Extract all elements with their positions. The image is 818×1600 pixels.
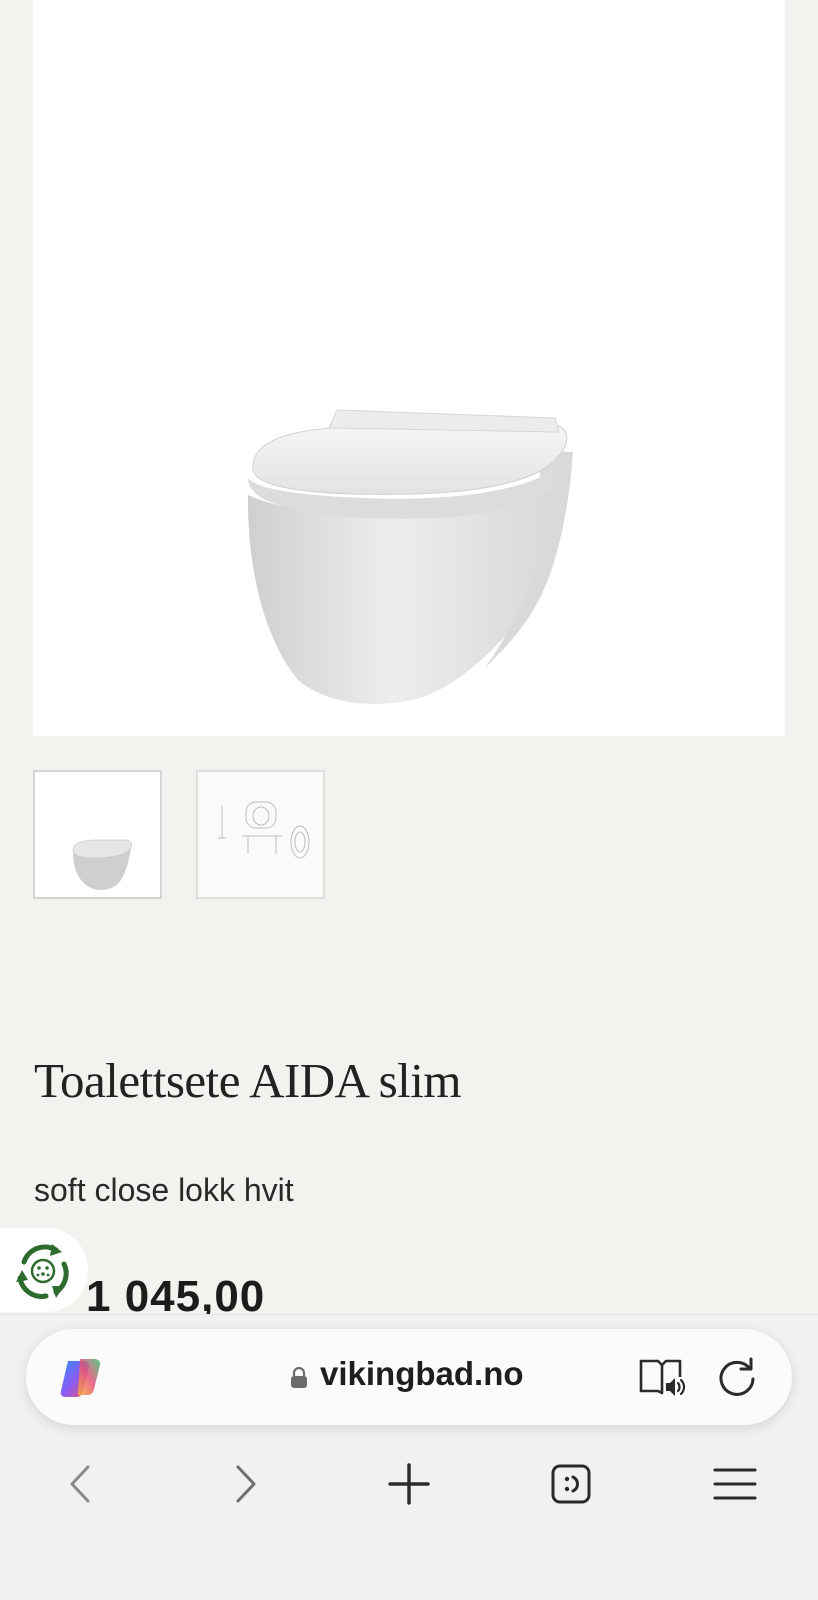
- copilot-icon[interactable]: [58, 1355, 104, 1401]
- product-subtitle: soft close lokk hvit: [34, 1172, 294, 1208]
- eco-badge[interactable]: [0, 1228, 88, 1312]
- recycle-icon: [16, 1244, 69, 1299]
- menu-icon[interactable]: [712, 1461, 758, 1507]
- lock-icon: [291, 1367, 307, 1388]
- forward-icon[interactable]: [222, 1461, 268, 1507]
- toilet-illustration: [247, 409, 573, 704]
- drawing-thumbnail-icon: [218, 801, 310, 859]
- browser-toolbar: vikingbad.no: [0, 1314, 818, 1600]
- thumbnail-product-photo[interactable]: [33, 770, 162, 899]
- url-text[interactable]: vikingbad.no: [320, 1355, 524, 1393]
- reader-mode-icon[interactable]: [638, 1355, 686, 1399]
- reload-icon[interactable]: [716, 1355, 758, 1397]
- product-title: Toalettsete AIDA slim: [34, 1053, 462, 1108]
- address-bar[interactable]: vikingbad.no: [26, 1329, 792, 1425]
- toilet-thumbnail-icon: [72, 839, 133, 890]
- new-tab-icon[interactable]: [386, 1461, 432, 1507]
- product-main-image[interactable]: [33, 0, 785, 736]
- back-icon[interactable]: [58, 1461, 104, 1507]
- tabs-icon[interactable]: [548, 1461, 594, 1507]
- thumbnail-technical-drawing[interactable]: [196, 770, 325, 899]
